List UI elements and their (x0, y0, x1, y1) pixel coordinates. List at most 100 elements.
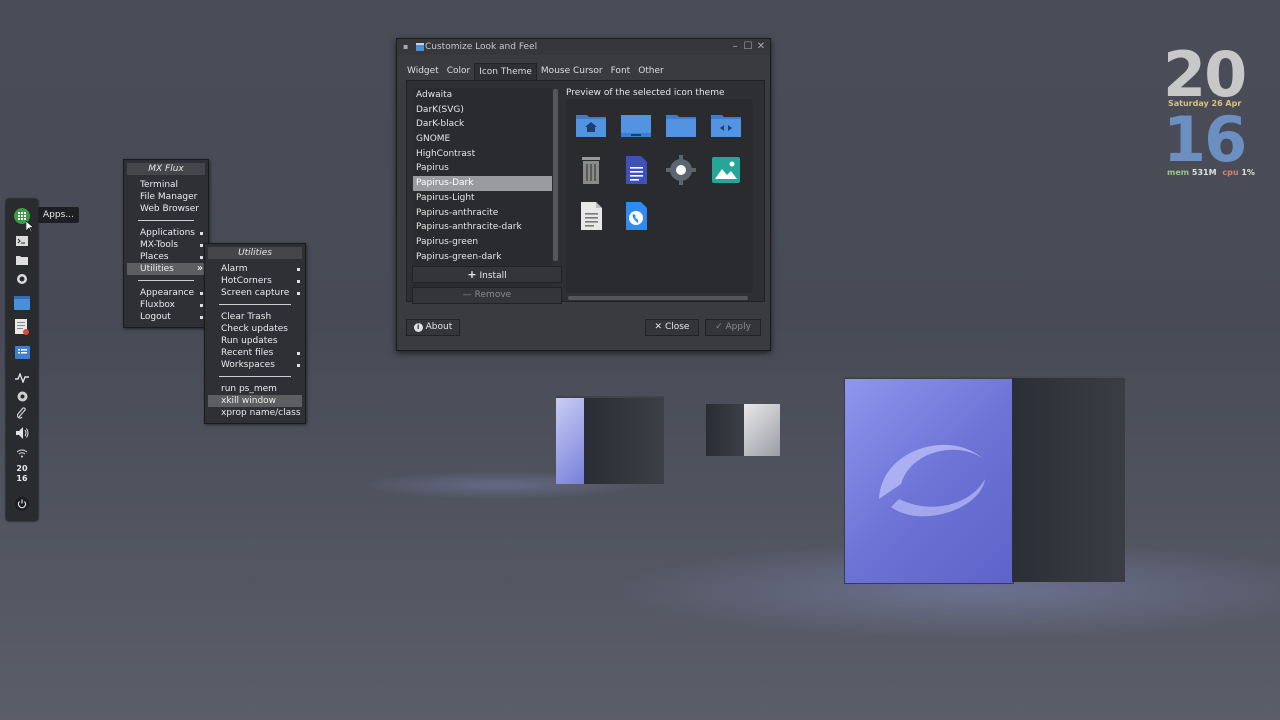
menu-item-file-manager[interactable]: File Manager (124, 191, 208, 203)
menu-item-xkill-window[interactable]: xkill window (208, 395, 302, 407)
theme-item[interactable]: DarK-black (413, 117, 552, 132)
preview-scrollbar[interactable] (568, 296, 748, 300)
tab-color[interactable]: Color (443, 63, 475, 79)
menu-separator (219, 376, 291, 377)
menu-item-screen-capture[interactable]: Screen capture (205, 287, 305, 299)
refresh-icon[interactable] (14, 271, 30, 287)
desktop-icon (621, 115, 651, 137)
dock-clock-minute: 16 (16, 474, 28, 483)
cube-small-face (556, 398, 584, 484)
close-button[interactable]: ✕ Close (645, 319, 699, 336)
menu-item-xprop[interactable]: xprop name/class (205, 407, 305, 419)
window-icon[interactable] (14, 295, 30, 311)
theme-item-selected[interactable]: Papirus-Dark (413, 176, 552, 191)
document-edit-icon[interactable] (14, 319, 30, 335)
paperclip-icon[interactable] (14, 405, 30, 421)
theme-item[interactable]: Papirus (413, 161, 552, 176)
theme-item[interactable]: GNOME (413, 132, 552, 147)
theme-item[interactable]: Papirus-anthracite (413, 206, 552, 221)
mem-label: mem (1167, 168, 1190, 177)
menu-item-run-updates[interactable]: Run updates (205, 335, 305, 347)
preview-label: Preview of the selected icon theme (566, 88, 725, 98)
apply-button[interactable]: ✓ Apply (705, 319, 761, 336)
dock-clock[interactable]: 20 16 (6, 464, 38, 484)
cube-small-side (584, 398, 664, 484)
root-menu-title: MX Flux (127, 163, 205, 175)
install-button[interactable]: + Install (412, 266, 562, 283)
theme-item[interactable]: Papirus-anthracite-dark (413, 220, 552, 235)
about-label: About (425, 322, 453, 332)
menu-item-appearance[interactable]: Appearance (124, 287, 208, 299)
web-browser-icon (626, 202, 647, 230)
maximize-icon[interactable]: ☐ (743, 42, 753, 52)
disc-icon[interactable] (14, 388, 30, 404)
conky-sysinfo: mem 531M cpu 1% (1167, 168, 1255, 177)
menu-item-recent-files[interactable]: Recent files (205, 347, 305, 359)
minimize-icon[interactable]: – (730, 42, 740, 52)
menu-item-hotcorners[interactable]: HotCorners (205, 275, 305, 287)
image-icon (712, 157, 740, 183)
close-window-icon[interactable]: ✕ (756, 42, 766, 52)
tab-mouse-cursor[interactable]: Mouse Cursor (537, 63, 607, 79)
menu-item-clear-trash[interactable]: Clear Trash (205, 311, 305, 323)
folder-icon[interactable] (14, 252, 30, 268)
minus-icon: — (462, 290, 472, 300)
tab-font[interactable]: Font (607, 63, 635, 79)
close-icon: ✕ (654, 322, 663, 332)
mx-logo-swirl (879, 444, 985, 517)
folder-icon (666, 115, 696, 137)
cube-tiny-side (706, 404, 744, 456)
theme-item[interactable]: DarK(SVG) (413, 103, 552, 118)
utilities-menu-title: Utilities (208, 247, 302, 259)
theme-item[interactable]: Adwaita (413, 88, 552, 103)
theme-item[interactable]: Papirus-green-dark (413, 250, 552, 265)
menu-item-run-ps-mem[interactable]: run ps_mem (205, 383, 305, 395)
plus-icon: + (467, 268, 477, 281)
info-icon: i (413, 323, 423, 332)
menu-item-check-updates[interactable]: Check updates (205, 323, 305, 335)
theme-list-scrollbar[interactable] (553, 89, 558, 261)
dialog-titlebar[interactable]: ▪ Customize Look and Feel – ☐ ✕ (397, 39, 770, 55)
activity-icon[interactable] (14, 370, 30, 386)
menu-item-mx-tools[interactable]: MX-Tools (124, 239, 208, 251)
power-icon[interactable] (14, 496, 30, 512)
menu-item-places[interactable]: Places (124, 251, 208, 263)
menu-item-utilities[interactable]: Utilities (127, 263, 205, 275)
theme-item[interactable]: HighContrast (413, 147, 552, 162)
cpu-value: 1% (1241, 168, 1255, 177)
theme-item[interactable]: Papirus-green (413, 235, 552, 250)
menu-separator (138, 220, 194, 221)
mem-value: 531M (1191, 168, 1217, 177)
icon-preview-area (566, 99, 753, 293)
tab-bar: Widget Color Icon Theme Mouse Cursor Fon… (403, 63, 668, 80)
menu-item-web-browser[interactable]: Web Browser (124, 203, 208, 215)
tab-widget[interactable]: Widget (403, 63, 443, 79)
menu-item-alarm[interactable]: Alarm (205, 263, 305, 275)
trash-icon (582, 157, 600, 184)
menu-item-fluxbox[interactable]: Fluxbox (124, 299, 208, 311)
close-label: Close (664, 322, 690, 332)
about-button[interactable]: i About (406, 319, 460, 336)
remove-button[interactable]: — Remove (412, 287, 562, 304)
volume-icon[interactable] (14, 425, 30, 441)
settings-gear-icon (666, 155, 696, 185)
tab-icon-theme[interactable]: Icon Theme (474, 63, 537, 80)
app-window-icon (416, 43, 424, 51)
apply-label: Apply (725, 322, 751, 332)
theme-item[interactable]: Papirus-Light (413, 191, 552, 206)
menu-item-logout[interactable]: Logout (124, 311, 208, 323)
menu-separator (219, 304, 291, 305)
menu-item-terminal[interactable]: Terminal (124, 179, 208, 191)
menu-item-workspaces[interactable]: Workspaces (205, 359, 305, 371)
generic-file-icon (581, 202, 602, 230)
window-menu-icon[interactable]: ▪ (403, 42, 408, 51)
menu-item-applications[interactable]: Applications (124, 227, 208, 239)
terminal-icon[interactable] (14, 233, 30, 249)
tab-other[interactable]: Other (634, 63, 668, 79)
remove-label: Remove (474, 290, 512, 300)
list-app-icon[interactable] (14, 344, 30, 360)
mouse-cursor-icon (26, 221, 34, 233)
conky-minute: 16 (1163, 103, 1247, 176)
wifi-icon[interactable] (14, 445, 30, 461)
dock-clock-hour: 20 (16, 464, 28, 473)
